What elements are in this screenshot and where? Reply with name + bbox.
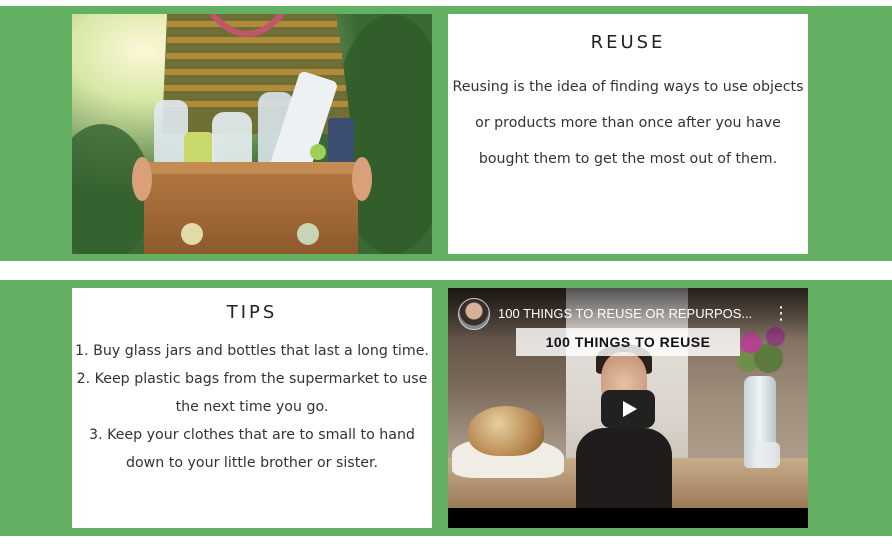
video-banner-text: 100 THINGS TO REUSE xyxy=(516,328,740,356)
bread-image xyxy=(468,406,544,456)
video-thumbnail[interactable]: 100 THINGS TO REUSE OR REPURPOS... ⋮ 100… xyxy=(448,288,808,508)
video-title[interactable]: 100 THINGS TO REUSE OR REPURPOS... xyxy=(498,306,768,321)
youtube-video-embed[interactable]: 100 THINGS TO REUSE OR REPURPOS... ⋮ 100… xyxy=(448,288,808,528)
more-vert-icon[interactable]: ⋮ xyxy=(772,302,790,326)
reuse-description: Reusing is the idea of finding ways to u… xyxy=(452,79,804,167)
reuse-card: REUSE Reusing is the idea of finding way… xyxy=(448,14,808,254)
channel-avatar[interactable] xyxy=(458,298,490,330)
recycling-box-photo xyxy=(72,14,432,254)
play-icon[interactable] xyxy=(601,390,655,428)
tips-card: TIPS 1. Buy glass jars and bottles that … xyxy=(72,288,432,528)
tips-list-item: 1. Buy glass jars and bottles that last … xyxy=(75,343,429,359)
tips-list-item: 2. Keep plastic bags from the supermarke… xyxy=(76,371,428,415)
tips-list: 1. Buy glass jars and bottles that last … xyxy=(72,337,432,477)
tips-heading: TIPS xyxy=(226,302,278,323)
tips-list-item: 3. Keep your clothes that are to small t… xyxy=(89,427,415,471)
recycling-box-illustration xyxy=(72,14,432,254)
reuse-heading: REUSE xyxy=(590,32,666,53)
